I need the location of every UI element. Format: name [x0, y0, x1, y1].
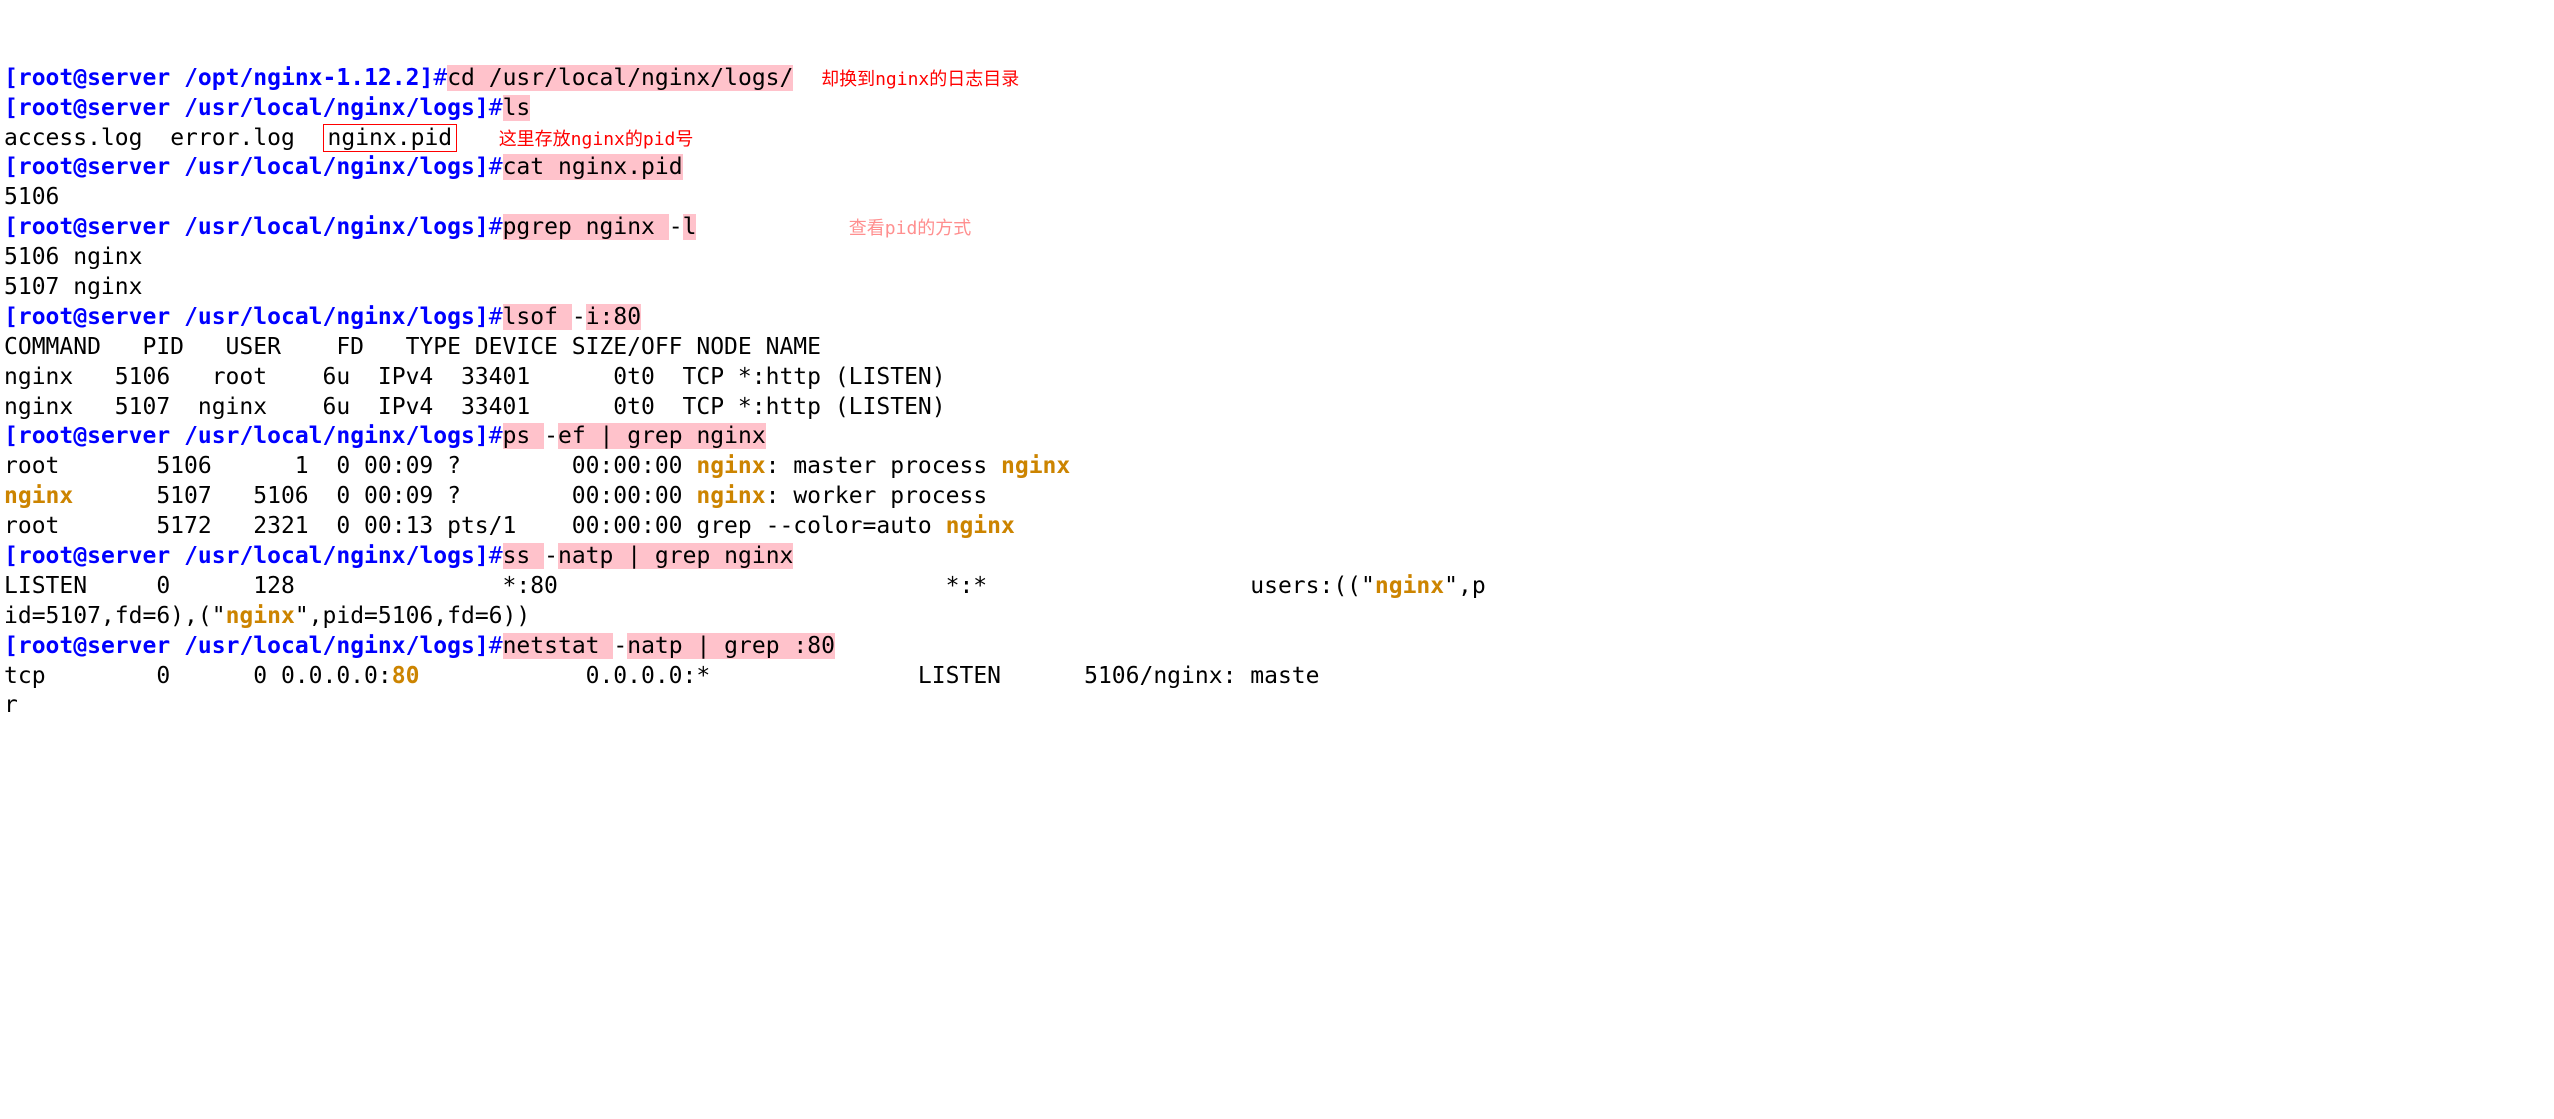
line-lsof: [root@server /usr/local/nginx/logs]#lsof… — [4, 303, 2550, 333]
ps-row-2: nginx 5107 5106 0 00:09 ? 00:00:00 nginx… — [4, 482, 2550, 512]
ls-output: access.log error.log nginx.pid 这里存放nginx… — [4, 124, 2550, 154]
prompt-at: @ — [73, 65, 87, 91]
netstat-row-1: tcp 0 0 0.0.0.0:80 0.0.0.0:* LISTEN 5106… — [4, 662, 2550, 692]
netstat-row-2: r — [4, 691, 2550, 721]
cmd-netstat: netstat — [503, 633, 614, 659]
line-cat: [root@server /usr/local/nginx/logs]#cat … — [4, 153, 2550, 183]
line-ls: [root@server /usr/local/nginx/logs]#ls — [4, 94, 2550, 124]
prompt-user: root — [18, 65, 73, 91]
line-netstat: [root@server /usr/local/nginx/logs]#nets… — [4, 632, 2550, 662]
cmd-ps: ps — [503, 423, 545, 449]
lsof-row-2: nginx 5107 nginx 6u IPv4 33401 0t0 TCP *… — [4, 393, 2550, 423]
annotation-cd: 却换到nginx的日志目录 — [821, 69, 1019, 90]
ss-row-2: id=5107,fd=6),("nginx",pid=5106,fd=6)) — [4, 602, 2550, 632]
lsof-row-1: nginx 5106 root 6u IPv4 33401 0t0 TCP *:… — [4, 363, 2550, 393]
annotation-pgrep: 查看pid的方式 — [849, 218, 972, 239]
ls-access: access.log — [4, 125, 142, 151]
prompt-close: ] — [419, 65, 433, 91]
line-ps: [root@server /usr/local/nginx/logs]#ps -… — [4, 422, 2550, 452]
pgrep-out-1: 5106 nginx — [4, 243, 2550, 273]
cat-output: 5106 — [4, 183, 2550, 213]
ps-row-3: root 5172 2321 0 00:13 pts/1 00:00:00 gr… — [4, 512, 2550, 542]
prompt-host: server — [87, 65, 170, 91]
prompt-hash: # — [433, 65, 447, 91]
cmd-cat: cat nginx.pid — [503, 154, 683, 180]
ls-pid-boxed: nginx.pid — [323, 124, 458, 152]
cmd-ss: ss — [503, 543, 545, 569]
cmd-pgrep: pgrep nginx — [503, 214, 669, 240]
ss-row-1: LISTEN 0 128 *:80 *:* users:(("nginx",p — [4, 572, 2550, 602]
annotation-pid: 这里存放nginx的pid号 — [499, 129, 694, 150]
cmd-cd: cd /usr/local/nginx/logs/ — [447, 65, 793, 91]
prompt-path: /opt/nginx-1.12.2 — [170, 65, 419, 91]
line-cd: [root@server /opt/nginx-1.12.2]#cd /usr/… — [4, 64, 2550, 94]
pgrep-out-2: 5107 nginx — [4, 273, 2550, 303]
line-pgrep: [root@server /usr/local/nginx/logs]#pgre… — [4, 213, 2550, 243]
terminal[interactable]: [root@server /opt/nginx-1.12.2]#cd /usr/… — [4, 64, 2550, 722]
cmd-lsof: lsof — [503, 304, 572, 330]
ps-row-1: root 5106 1 0 00:09 ? 00:00:00 nginx: ma… — [4, 452, 2550, 482]
cmd-ls: ls — [503, 95, 531, 121]
prompt-bracket: [ — [4, 65, 18, 91]
line-ss: [root@server /usr/local/nginx/logs]#ss -… — [4, 542, 2550, 572]
lsof-header: COMMAND PID USER FD TYPE DEVICE SIZE/OFF… — [4, 333, 2550, 363]
ls-error: error.log — [170, 125, 295, 151]
